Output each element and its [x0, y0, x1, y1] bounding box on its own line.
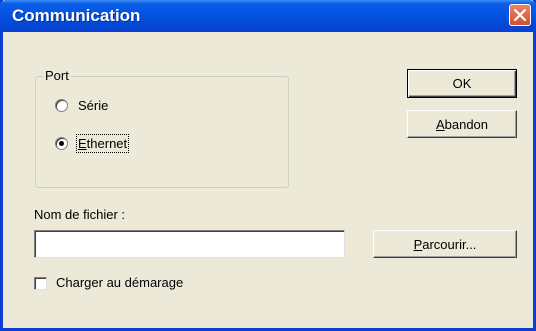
radio-serie-label[interactable]: Série — [78, 98, 108, 113]
parcourir-rest: arcourir... — [422, 236, 477, 252]
dialog-window: Communication Port Série Ethernet OK Aba… — [0, 0, 536, 331]
ethernet-rest: thernet — [86, 136, 128, 151]
window-title: Communication — [12, 6, 141, 25]
ethernet-accel: E — [78, 136, 87, 151]
radio-serie[interactable] — [55, 99, 68, 112]
radio-ethernet-label[interactable]: Ethernet — [75, 134, 130, 153]
abandon-rest: bandon — [444, 116, 489, 132]
abandon-accel: A — [435, 116, 445, 132]
dialog-content: Port Série Ethernet OK Abandon Nom de fi… — [3, 32, 533, 328]
radio-ethernet[interactable] — [55, 137, 68, 150]
startup-checkbox-label[interactable]: Charger au démarage — [56, 275, 183, 290]
port-groupbox: Port — [35, 68, 289, 188]
startup-checkbox[interactable] — [34, 277, 47, 290]
browse-button[interactable]: Parcourir... — [373, 230, 517, 258]
parcourir-accel: P — [413, 236, 423, 252]
filename-label: Nom de fichier : — [34, 207, 126, 222]
ok-button[interactable]: OK — [407, 69, 517, 98]
abandon-button[interactable]: Abandon — [407, 110, 517, 138]
filename-input[interactable] — [34, 230, 345, 258]
close-button[interactable] — [509, 4, 531, 26]
port-group-label: Port — [43, 68, 71, 83]
close-icon — [514, 9, 526, 21]
radio-selected-dot — [59, 141, 64, 146]
title-bar[interactable]: Communication — [0, 0, 536, 32]
